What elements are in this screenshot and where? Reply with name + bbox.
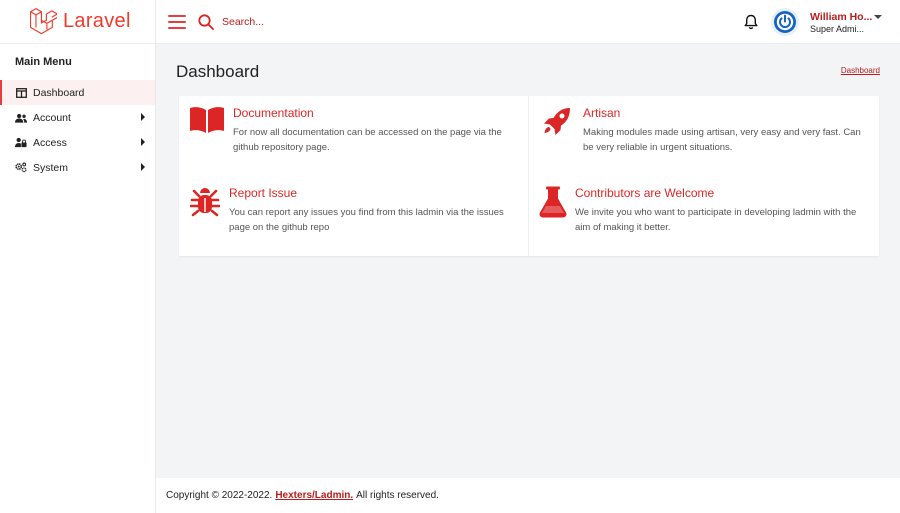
feature-text: You can report any issues you find from … — [229, 207, 504, 233]
laravel-logo-icon — [30, 8, 57, 35]
user-lock-icon — [15, 137, 27, 149]
book-open-icon — [189, 106, 225, 142]
brand-logo[interactable]: Laravel — [0, 0, 155, 44]
user-menu[interactable]: William Ho... Super Admi... — [810, 11, 872, 34]
sidebar-item-label: Dashboard — [33, 86, 85, 99]
footer: Copyright © 2022-2022. Hexters/Ladmin. A… — [156, 478, 900, 513]
footer-rights: All rights reserved. — [356, 490, 439, 501]
chevron-right-icon — [141, 138, 145, 146]
users-icon — [15, 112, 27, 124]
feature-title[interactable]: Contributors are Welcome — [575, 186, 869, 200]
table-columns-icon — [15, 87, 27, 99]
sidebar-item-label: Access — [33, 136, 67, 149]
top-header: William Ho... Super Admi... — [156, 0, 900, 44]
sidebar: Laravel Main Menu Dashboard Account Acce… — [0, 0, 156, 513]
avatar[interactable] — [771, 8, 799, 36]
feature-text: Making modules made using artisan, very … — [583, 127, 861, 153]
feature-text: For now all documentation can be accesse… — [233, 127, 502, 153]
search-bar — [198, 13, 422, 30]
gears-icon — [15, 162, 27, 174]
chevron-right-icon — [141, 113, 145, 121]
feature-documentation: Documentation For now all documentation … — [189, 106, 519, 155]
bug-icon — [189, 186, 221, 222]
sidebar-item-label: Account — [33, 111, 71, 124]
breadcrumb[interactable]: Dashboard — [841, 66, 880, 75]
chevron-right-icon — [141, 163, 145, 171]
page-title: Dashboard — [176, 62, 260, 81]
menu-title: Main Menu — [15, 56, 72, 68]
bell-icon[interactable] — [743, 14, 759, 30]
brand-name: Laravel — [63, 10, 131, 32]
user-role: Super Admi... — [810, 24, 865, 34]
power-logo-icon — [774, 11, 796, 33]
user-name: William Ho... — [810, 11, 873, 23]
sidebar-item-label: System — [33, 161, 69, 174]
card-divider — [528, 96, 529, 256]
feature-text: We invite you who want to participate in… — [575, 207, 857, 233]
flask-icon — [539, 186, 567, 222]
search-input[interactable] — [222, 15, 422, 28]
caret-down-icon[interactable] — [874, 15, 882, 19]
features-card: Documentation For now all documentation … — [179, 96, 879, 256]
footer-link[interactable]: Hexters/Ladmin. — [275, 490, 353, 501]
feature-title[interactable]: Documentation — [233, 106, 519, 120]
feature-title[interactable]: Artisan — [583, 106, 869, 120]
feature-artisan: Artisan Making modules made using artisa… — [539, 106, 869, 155]
sidebar-item-account[interactable]: Account — [0, 105, 155, 130]
sidebar-item-dashboard[interactable]: Dashboard — [0, 80, 155, 105]
sidebar-item-system[interactable]: System — [0, 155, 155, 180]
footer-copyright: Copyright © 2022-2022. — [166, 490, 273, 501]
search-icon[interactable] — [198, 13, 214, 30]
feature-title[interactable]: Report Issue — [229, 186, 519, 200]
sidebar-item-access[interactable]: Access — [0, 130, 155, 155]
feature-report-issue: Report Issue You can report any issues y… — [189, 186, 519, 235]
feature-contributors: Contributors are Welcome We invite you w… — [539, 186, 869, 235]
rocket-icon — [539, 106, 575, 142]
menu-toggle-icon[interactable] — [168, 14, 186, 29]
